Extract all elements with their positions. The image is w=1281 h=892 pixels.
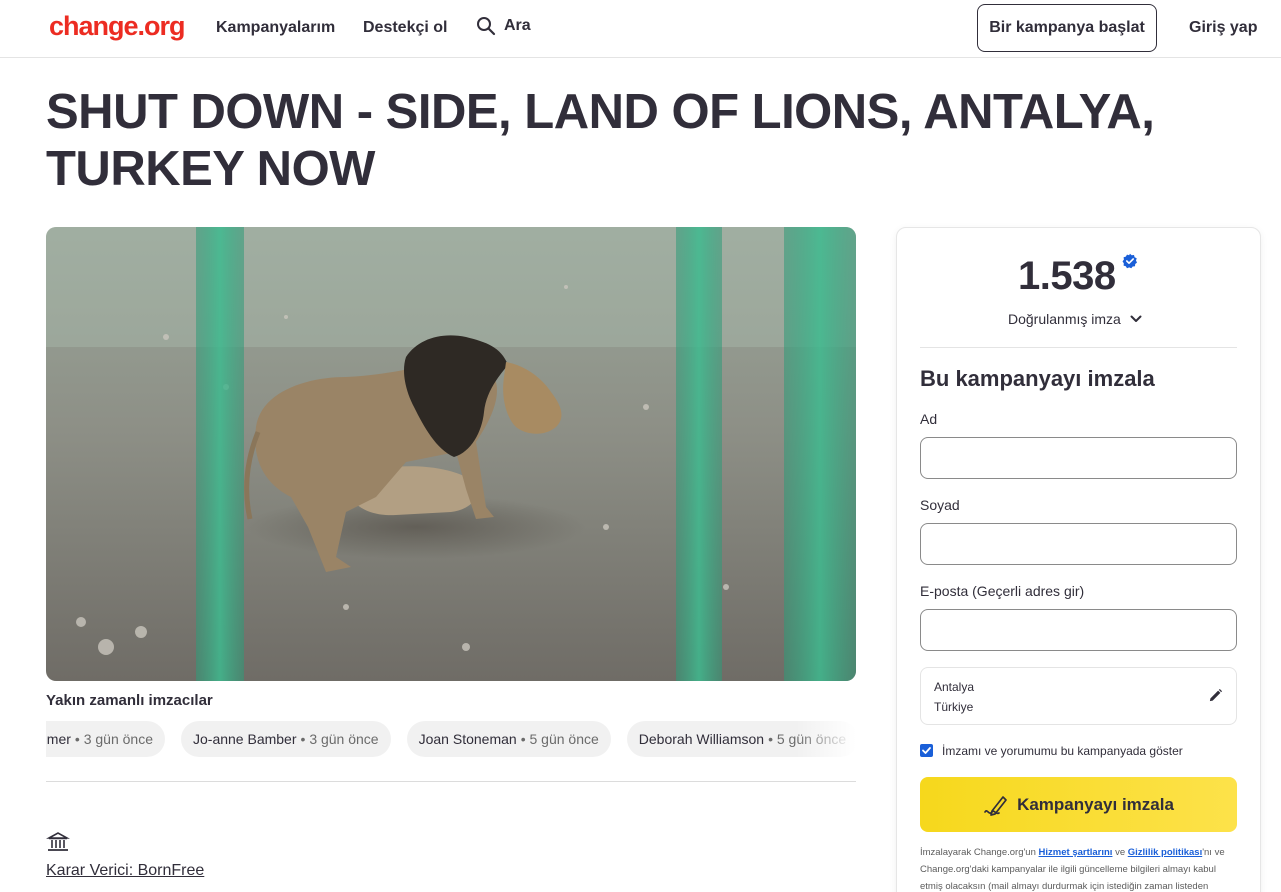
nav-search-label: Ara — [504, 17, 531, 34]
sign-campaign-button[interactable]: Kampanyayı imzala — [920, 777, 1237, 832]
last-name-field[interactable] — [920, 523, 1237, 565]
privacy-link[interactable]: Gizlilik politikası — [1128, 847, 1202, 858]
terms-link[interactable]: Hizmet şartlarını — [1039, 847, 1113, 858]
search-icon — [477, 17, 496, 36]
signer-chip: Pammer • 3 gün önce — [46, 721, 165, 757]
signer-name: Pammer — [46, 731, 71, 747]
start-campaign-button[interactable]: Bir kampanya başlat — [977, 4, 1157, 52]
nav-become-supporter[interactable]: Destekçi ol — [363, 19, 447, 37]
last-name-label: Soyad — [920, 497, 960, 513]
signature-count: 1.538 — [1018, 254, 1116, 298]
location-city: Antalya — [934, 680, 975, 694]
decision-maker-link[interactable]: Karar Verici: BornFree — [46, 862, 204, 880]
email-label: E-posta (Geçerli adres gir) — [920, 583, 1085, 599]
verified-signatures-toggle[interactable]: Doğrulanmış imza — [1008, 311, 1143, 327]
first-name-label: Ad — [920, 411, 938, 427]
recent-signers-carousel[interactable]: Pammer • 3 gün önce Jo-anne Bamber • 3 g… — [46, 721, 856, 759]
signer-time: • 3 gün önce — [74, 731, 153, 747]
signer-chip: Jo-anne Bamber • 3 gün önce — [181, 721, 391, 757]
legal-disclaimer: İmzalayarak Change.org'un Hizmet şartlar… — [920, 847, 1225, 892]
decision-maker-building-icon — [46, 832, 70, 851]
checkbox-checked-icon — [922, 747, 931, 754]
sign-button-label: Kampanyayı imzala — [1017, 794, 1174, 814]
first-name-field[interactable] — [920, 437, 1237, 479]
show-signature-label[interactable]: İmzamı ve yorumumu bu kampanyada göster — [942, 744, 1183, 758]
verified-label-text: Doğrulanmış imza — [1008, 311, 1121, 327]
section-divider — [46, 781, 856, 782]
signer-time: • 3 gün önce — [300, 731, 379, 747]
recent-signers-heading: Yakın zamanlı imzacılar — [46, 692, 213, 709]
nav-search[interactable]: Ara — [476, 16, 531, 36]
signature-pen-icon — [984, 795, 1007, 816]
signer-name: Jo-anne Bamber — [193, 731, 297, 747]
carousel-fade — [796, 721, 856, 759]
petition-image — [46, 227, 856, 681]
logo[interactable]: change.org — [49, 11, 186, 42]
chevron-down-icon — [1130, 315, 1142, 322]
page-title: SHUT DOWN - SIDE, LAND OF LIONS, ANTALYA… — [46, 85, 1155, 196]
signer-name: Deborah Williamson — [638, 731, 765, 747]
signer-name: Joan Stoneman — [418, 731, 517, 747]
location-country: Türkiye — [934, 700, 974, 714]
card-divider — [920, 347, 1237, 348]
signer-chip: Joan Stoneman • 5 gün önce — [406, 721, 611, 757]
location-selector[interactable] — [920, 667, 1237, 725]
login-link[interactable]: Giriş yap — [1189, 19, 1257, 37]
verified-badge-icon — [1122, 253, 1137, 269]
signer-time: • 5 gün önce — [520, 731, 599, 747]
email-field[interactable] — [920, 609, 1237, 651]
site-header: change.org Kampanyalarım Destekçi ol Ara… — [0, 0, 1281, 58]
show-signature-checkbox[interactable] — [920, 744, 933, 757]
nav-my-campaigns[interactable]: Kampanyalarım — [216, 19, 335, 37]
edit-pencil-icon[interactable] — [1208, 688, 1223, 703]
sign-form-heading: Bu kampanyayı imzala — [920, 366, 1155, 391]
